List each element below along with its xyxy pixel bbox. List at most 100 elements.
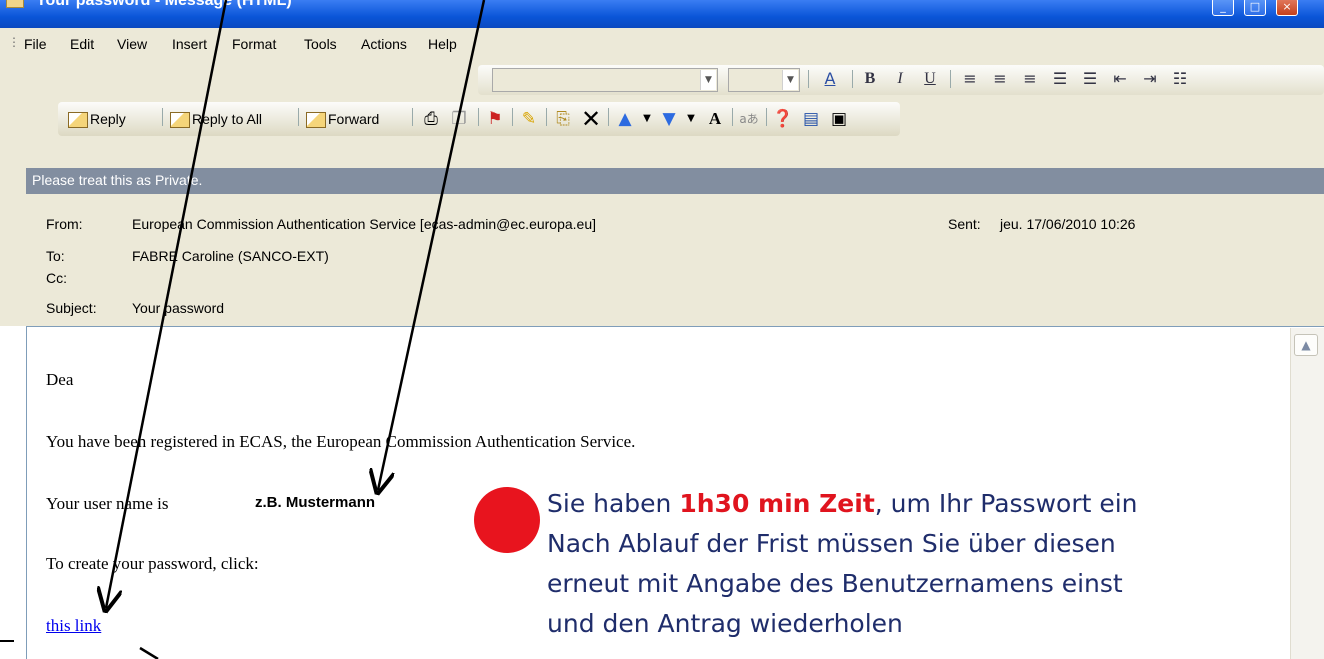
separator — [808, 70, 809, 88]
reply-icon — [68, 112, 88, 129]
menu-file[interactable]: File — [24, 36, 47, 52]
sent-value: jeu. 17/06/2010 10:26 — [1000, 216, 1136, 232]
align-right-icon[interactable]: ≡ — [1020, 68, 1040, 90]
cc-label: Cc: — [46, 270, 67, 286]
red-bullet-dot — [474, 487, 540, 553]
menu-view[interactable]: View — [117, 36, 147, 52]
greeting: Dea — [46, 370, 74, 389]
reply-button[interactable]: Reply — [68, 106, 126, 132]
info-bar: Please treat this as Private. — [26, 168, 1324, 194]
forward-icon — [306, 112, 326, 129]
reply-all-button[interactable]: Reply to All — [170, 106, 262, 132]
reply-all-label: Reply to All — [192, 111, 263, 127]
user-name-label: Your user name is — [46, 494, 169, 513]
note-highlight: 1h30 min Zeit — [679, 489, 875, 518]
categories-icon[interactable]: ✎ — [518, 108, 540, 130]
menu-format[interactable]: Format — [232, 36, 276, 52]
to-value[interactable]: FABRE Caroline (SANCO-EXT) — [132, 248, 329, 264]
forward-label: Forward — [328, 111, 380, 127]
note-line-2: Nach Ablauf der Frist müssen Sie über di… — [547, 529, 1116, 558]
separator — [412, 108, 413, 126]
create-password-text: To create your password, click: — [46, 554, 259, 573]
options-icon[interactable]: ▤ — [800, 108, 822, 130]
scroll-up-icon[interactable]: ▲ — [1294, 334, 1318, 356]
increase-indent-icon[interactable]: ⇥ — [1140, 68, 1160, 90]
annotation-note: Sie haben 1h30 min Zeit, um Ihr Passwort… — [547, 484, 1138, 644]
menu-edit[interactable]: Edit — [70, 36, 94, 52]
edge-mark — [0, 640, 14, 642]
menu-tools[interactable]: Tools — [304, 36, 337, 52]
font-color-icon[interactable]: A — [820, 68, 840, 90]
maximize-button[interactable]: □ — [1244, 0, 1266, 16]
sent-label: Sent: — [948, 216, 981, 232]
copy-icon[interactable]: ❐ — [448, 108, 470, 130]
standard-toolbar: Reply Reply to All Forward ⎙ ❐ ⚑ ✎ ⎘ ✕ ▲… — [0, 96, 1324, 144]
password-link-anchor[interactable]: this link — [46, 616, 101, 635]
previous-item-icon[interactable]: ▲ — [614, 108, 636, 130]
note-line-1: Sie haben 1h30 min Zeit, um Ihr Passwort… — [547, 484, 1138, 524]
font-size-combo[interactable]: ▼ — [728, 68, 800, 92]
title-bar: Your password - Message (HTML) _ □ × — [0, 0, 1324, 28]
window-title: Your password - Message (HTML) — [36, 0, 292, 9]
separator — [546, 108, 547, 126]
separator — [852, 70, 853, 88]
menu-help[interactable]: Help — [428, 36, 457, 52]
separator — [162, 108, 163, 126]
font-name-combo[interactable]: ▼ — [492, 68, 718, 92]
move-to-folder-icon[interactable]: ⎘ — [552, 108, 574, 130]
chevron-down-icon[interactable]: ▼ — [636, 108, 658, 130]
minimize-button[interactable]: _ — [1212, 0, 1234, 16]
underline-icon[interactable]: U — [920, 68, 940, 90]
align-center-icon[interactable]: ≡ — [990, 68, 1010, 90]
user-name-value: z.B. Mustermann — [255, 494, 376, 511]
encoding-icon[interactable]: aあ — [738, 108, 760, 130]
horizontal-line-icon[interactable]: ☷ — [1170, 68, 1190, 90]
chevron-down-icon[interactable]: ▼ — [782, 70, 798, 90]
italic-icon[interactable]: I — [890, 68, 910, 90]
chevron-down-icon[interactable]: ▼ — [680, 108, 702, 130]
message-header: Please treat this as Private. From: Euro… — [0, 144, 1324, 326]
print-icon[interactable]: ⎙ — [420, 108, 442, 130]
align-left-icon[interactable]: ≡ — [960, 68, 980, 90]
from-label: From: — [46, 216, 83, 232]
note-line-1a: Sie haben — [547, 489, 680, 518]
vertical-scrollbar[interactable]: ▲ — [1290, 328, 1324, 659]
message-header-icon[interactable]: ▣ — [828, 108, 850, 130]
follow-up-flag-icon[interactable]: ⚑ — [484, 108, 506, 130]
to-label: To: — [46, 248, 65, 264]
password-link[interactable]: this link — [46, 616, 101, 636]
chevron-down-icon[interactable]: ▼ — [700, 70, 716, 90]
envelope-icon — [6, 0, 24, 8]
separator — [608, 108, 609, 126]
bullets-icon[interactable]: ☰ — [1050, 68, 1070, 90]
from-value[interactable]: European Commission Authentication Servi… — [132, 216, 596, 232]
formatting-toolbar: ▼ ▼ A B I U ≡ ≡ ≡ ☰ ☰ ⇤ ⇥ ☷ — [0, 62, 1324, 96]
separator — [512, 108, 513, 126]
toolbar-grip-icon: ⋮ — [8, 35, 20, 49]
increase-font-icon[interactable]: A — [704, 108, 726, 130]
separator — [950, 70, 951, 88]
reply-label: Reply — [90, 111, 126, 127]
note-line-1b: , um Ihr Passwort ein — [874, 489, 1138, 518]
separator — [478, 108, 479, 126]
forward-button[interactable]: Forward — [306, 106, 379, 132]
menu-insert[interactable]: Insert — [172, 36, 207, 52]
note-line-4: und den Antrag wiederholen — [547, 609, 903, 638]
close-button[interactable]: × — [1276, 0, 1298, 16]
separator — [766, 108, 767, 126]
separator — [298, 108, 299, 126]
bold-icon[interactable]: B — [860, 68, 880, 90]
reply-all-icon — [170, 112, 190, 129]
menu-bar: ⋮ File Edit View Insert Format Tools Act… — [0, 28, 1324, 62]
decrease-indent-icon[interactable]: ⇤ — [1110, 68, 1130, 90]
subject-value: Your password — [132, 300, 225, 316]
help-icon[interactable]: ❓ — [772, 108, 794, 130]
registered-text: You have been registered in ECAS, the Eu… — [46, 432, 636, 451]
menu-actions[interactable]: Actions — [361, 36, 407, 52]
numbering-icon[interactable]: ☰ — [1080, 68, 1100, 90]
next-item-icon[interactable]: ▼ — [658, 108, 680, 130]
separator — [732, 108, 733, 126]
delete-icon[interactable]: ✕ — [580, 107, 602, 131]
note-line-3: erneut mit Angabe des Benutzernamens ein… — [547, 569, 1123, 598]
subject-label: Subject: — [46, 300, 97, 316]
